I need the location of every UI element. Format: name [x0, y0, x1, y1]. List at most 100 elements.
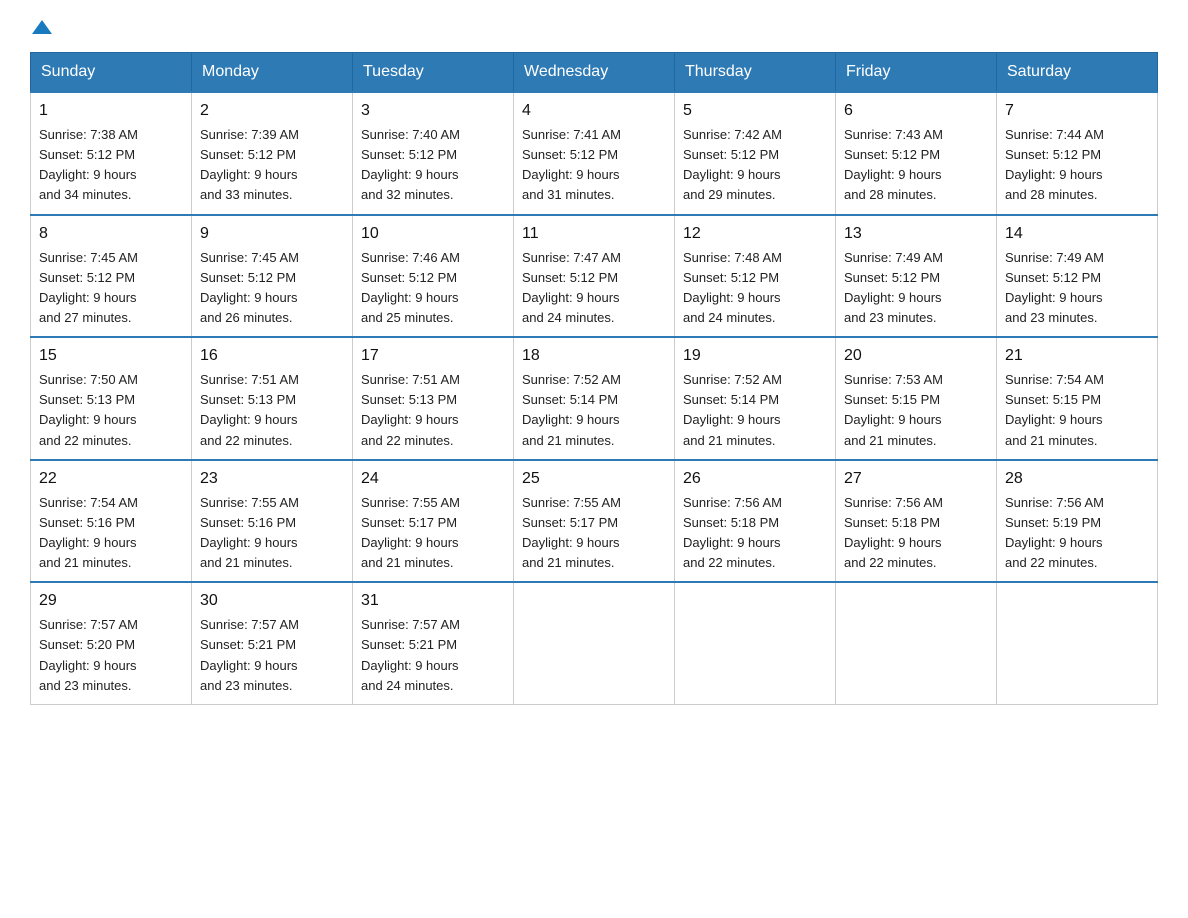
calendar-cell: 25 Sunrise: 7:55 AMSunset: 5:17 PMDaylig… — [514, 460, 675, 583]
logo-blue-block — [30, 20, 52, 34]
day-info: Sunrise: 7:49 AMSunset: 5:12 PMDaylight:… — [844, 250, 943, 325]
calendar-cell: 7 Sunrise: 7:44 AMSunset: 5:12 PMDayligh… — [997, 92, 1158, 215]
calendar-week-row: 1 Sunrise: 7:38 AMSunset: 5:12 PMDayligh… — [31, 92, 1158, 215]
day-info: Sunrise: 7:54 AMSunset: 5:15 PMDaylight:… — [1005, 372, 1104, 447]
day-info: Sunrise: 7:44 AMSunset: 5:12 PMDaylight:… — [1005, 127, 1104, 202]
day-number: 23 — [200, 467, 344, 491]
day-number: 8 — [39, 222, 183, 246]
day-number: 9 — [200, 222, 344, 246]
day-info: Sunrise: 7:45 AMSunset: 5:12 PMDaylight:… — [39, 250, 138, 325]
day-info: Sunrise: 7:48 AMSunset: 5:12 PMDaylight:… — [683, 250, 782, 325]
day-info: Sunrise: 7:51 AMSunset: 5:13 PMDaylight:… — [200, 372, 299, 447]
calendar-cell: 27 Sunrise: 7:56 AMSunset: 5:18 PMDaylig… — [836, 460, 997, 583]
day-number: 25 — [522, 467, 666, 491]
calendar-week-row: 8 Sunrise: 7:45 AMSunset: 5:12 PMDayligh… — [31, 215, 1158, 338]
calendar-week-row: 29 Sunrise: 7:57 AMSunset: 5:20 PMDaylig… — [31, 582, 1158, 704]
calendar-cell: 10 Sunrise: 7:46 AMSunset: 5:12 PMDaylig… — [353, 215, 514, 338]
calendar-cell: 15 Sunrise: 7:50 AMSunset: 5:13 PMDaylig… — [31, 337, 192, 460]
day-info: Sunrise: 7:46 AMSunset: 5:12 PMDaylight:… — [361, 250, 460, 325]
day-number: 16 — [200, 344, 344, 368]
day-number: 24 — [361, 467, 505, 491]
day-info: Sunrise: 7:47 AMSunset: 5:12 PMDaylight:… — [522, 250, 621, 325]
day-info: Sunrise: 7:55 AMSunset: 5:17 PMDaylight:… — [361, 495, 460, 570]
calendar-week-row: 22 Sunrise: 7:54 AMSunset: 5:16 PMDaylig… — [31, 460, 1158, 583]
day-number: 19 — [683, 344, 827, 368]
calendar-cell: 13 Sunrise: 7:49 AMSunset: 5:12 PMDaylig… — [836, 215, 997, 338]
col-header-sunday: Sunday — [31, 53, 192, 93]
day-number: 5 — [683, 99, 827, 123]
calendar-table: SundayMondayTuesdayWednesdayThursdayFrid… — [30, 52, 1158, 705]
day-info: Sunrise: 7:56 AMSunset: 5:18 PMDaylight:… — [683, 495, 782, 570]
day-info: Sunrise: 7:42 AMSunset: 5:12 PMDaylight:… — [683, 127, 782, 202]
logo — [30, 20, 52, 34]
calendar-cell: 28 Sunrise: 7:56 AMSunset: 5:19 PMDaylig… — [997, 460, 1158, 583]
col-header-friday: Friday — [836, 53, 997, 93]
day-info: Sunrise: 7:40 AMSunset: 5:12 PMDaylight:… — [361, 127, 460, 202]
day-number: 7 — [1005, 99, 1149, 123]
calendar-cell: 3 Sunrise: 7:40 AMSunset: 5:12 PMDayligh… — [353, 92, 514, 215]
day-number: 21 — [1005, 344, 1149, 368]
calendar-cell — [997, 582, 1158, 704]
calendar-cell: 9 Sunrise: 7:45 AMSunset: 5:12 PMDayligh… — [192, 215, 353, 338]
day-info: Sunrise: 7:55 AMSunset: 5:17 PMDaylight:… — [522, 495, 621, 570]
day-info: Sunrise: 7:45 AMSunset: 5:12 PMDaylight:… — [200, 250, 299, 325]
calendar-cell: 5 Sunrise: 7:42 AMSunset: 5:12 PMDayligh… — [675, 92, 836, 215]
col-header-wednesday: Wednesday — [514, 53, 675, 93]
calendar-cell — [836, 582, 997, 704]
calendar-week-row: 15 Sunrise: 7:50 AMSunset: 5:13 PMDaylig… — [31, 337, 1158, 460]
calendar-cell: 8 Sunrise: 7:45 AMSunset: 5:12 PMDayligh… — [31, 215, 192, 338]
calendar-cell: 1 Sunrise: 7:38 AMSunset: 5:12 PMDayligh… — [31, 92, 192, 215]
calendar-cell: 11 Sunrise: 7:47 AMSunset: 5:12 PMDaylig… — [514, 215, 675, 338]
day-number: 29 — [39, 589, 183, 613]
day-number: 13 — [844, 222, 988, 246]
calendar-cell: 6 Sunrise: 7:43 AMSunset: 5:12 PMDayligh… — [836, 92, 997, 215]
calendar-cell: 20 Sunrise: 7:53 AMSunset: 5:15 PMDaylig… — [836, 337, 997, 460]
calendar-cell: 23 Sunrise: 7:55 AMSunset: 5:16 PMDaylig… — [192, 460, 353, 583]
day-info: Sunrise: 7:39 AMSunset: 5:12 PMDaylight:… — [200, 127, 299, 202]
page-header — [30, 20, 1158, 34]
calendar-cell: 31 Sunrise: 7:57 AMSunset: 5:21 PMDaylig… — [353, 582, 514, 704]
day-info: Sunrise: 7:54 AMSunset: 5:16 PMDaylight:… — [39, 495, 138, 570]
day-number: 28 — [1005, 467, 1149, 491]
day-number: 3 — [361, 99, 505, 123]
calendar-header-row: SundayMondayTuesdayWednesdayThursdayFrid… — [31, 53, 1158, 93]
calendar-cell: 14 Sunrise: 7:49 AMSunset: 5:12 PMDaylig… — [997, 215, 1158, 338]
calendar-cell: 12 Sunrise: 7:48 AMSunset: 5:12 PMDaylig… — [675, 215, 836, 338]
calendar-cell: 24 Sunrise: 7:55 AMSunset: 5:17 PMDaylig… — [353, 460, 514, 583]
day-info: Sunrise: 7:57 AMSunset: 5:21 PMDaylight:… — [361, 617, 460, 692]
day-info: Sunrise: 7:41 AMSunset: 5:12 PMDaylight:… — [522, 127, 621, 202]
calendar-cell: 16 Sunrise: 7:51 AMSunset: 5:13 PMDaylig… — [192, 337, 353, 460]
day-number: 20 — [844, 344, 988, 368]
calendar-cell: 18 Sunrise: 7:52 AMSunset: 5:14 PMDaylig… — [514, 337, 675, 460]
calendar-cell: 21 Sunrise: 7:54 AMSunset: 5:15 PMDaylig… — [997, 337, 1158, 460]
day-number: 22 — [39, 467, 183, 491]
day-number: 18 — [522, 344, 666, 368]
day-info: Sunrise: 7:55 AMSunset: 5:16 PMDaylight:… — [200, 495, 299, 570]
calendar-cell: 2 Sunrise: 7:39 AMSunset: 5:12 PMDayligh… — [192, 92, 353, 215]
day-number: 11 — [522, 222, 666, 246]
day-number: 26 — [683, 467, 827, 491]
day-number: 17 — [361, 344, 505, 368]
calendar-cell: 17 Sunrise: 7:51 AMSunset: 5:13 PMDaylig… — [353, 337, 514, 460]
day-info: Sunrise: 7:52 AMSunset: 5:14 PMDaylight:… — [522, 372, 621, 447]
day-number: 2 — [200, 99, 344, 123]
day-number: 4 — [522, 99, 666, 123]
logo-triangle-icon — [32, 20, 52, 34]
day-number: 15 — [39, 344, 183, 368]
day-number: 27 — [844, 467, 988, 491]
calendar-cell: 19 Sunrise: 7:52 AMSunset: 5:14 PMDaylig… — [675, 337, 836, 460]
day-info: Sunrise: 7:56 AMSunset: 5:18 PMDaylight:… — [844, 495, 943, 570]
calendar-cell: 26 Sunrise: 7:56 AMSunset: 5:18 PMDaylig… — [675, 460, 836, 583]
calendar-cell: 29 Sunrise: 7:57 AMSunset: 5:20 PMDaylig… — [31, 582, 192, 704]
day-number: 30 — [200, 589, 344, 613]
day-info: Sunrise: 7:57 AMSunset: 5:21 PMDaylight:… — [200, 617, 299, 692]
calendar-cell — [514, 582, 675, 704]
col-header-tuesday: Tuesday — [353, 53, 514, 93]
calendar-cell: 4 Sunrise: 7:41 AMSunset: 5:12 PMDayligh… — [514, 92, 675, 215]
calendar-cell: 30 Sunrise: 7:57 AMSunset: 5:21 PMDaylig… — [192, 582, 353, 704]
day-info: Sunrise: 7:38 AMSunset: 5:12 PMDaylight:… — [39, 127, 138, 202]
day-info: Sunrise: 7:51 AMSunset: 5:13 PMDaylight:… — [361, 372, 460, 447]
calendar-cell: 22 Sunrise: 7:54 AMSunset: 5:16 PMDaylig… — [31, 460, 192, 583]
col-header-thursday: Thursday — [675, 53, 836, 93]
day-number: 31 — [361, 589, 505, 613]
